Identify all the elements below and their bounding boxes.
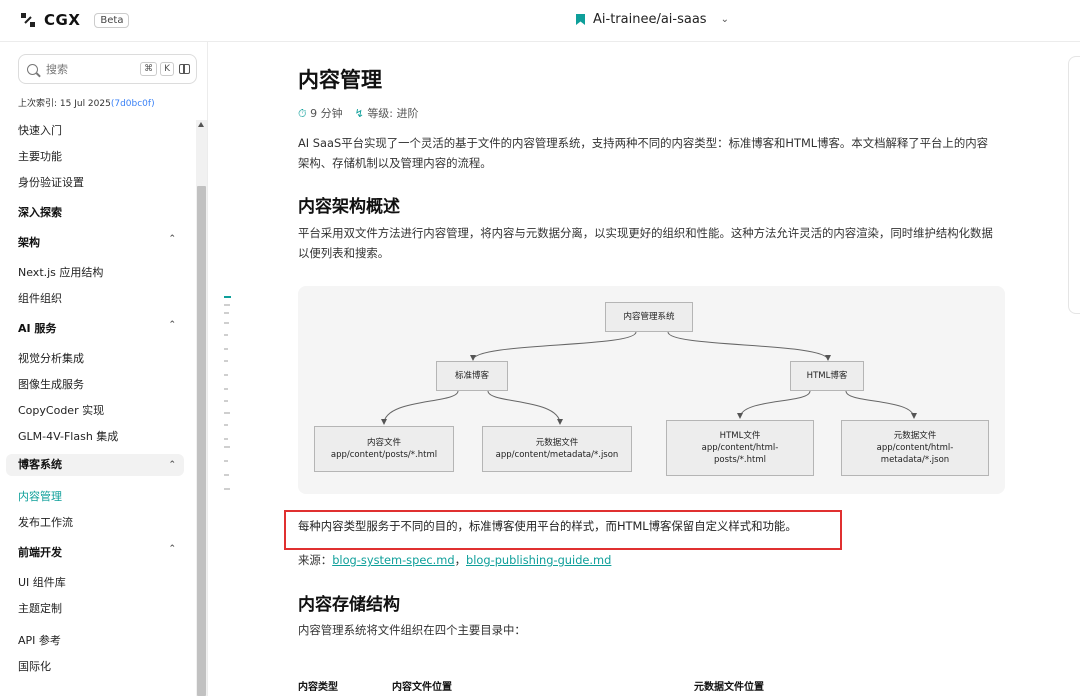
node-std-content-file: 内容文件 app/content/posts/*.html [314, 426, 454, 472]
node-html-meta-file: 元数据文件 app/content/html- metadata/*.json [841, 420, 989, 476]
table-header-metadata-location: 元数据文件位置 [694, 682, 764, 693]
source-line: 来源：blog-system-spec.md，blog-publishing-g… [298, 553, 612, 567]
toc-tick[interactable] [224, 312, 229, 314]
edge-std-content [381, 390, 459, 425]
repo-name: Ai-trainee/ai-saas [593, 12, 707, 27]
sidebar-item-quickstart[interactable]: 快速入门 [18, 122, 62, 138]
sidebar-group-blog-system[interactable]: 博客系统 ⌃ [6, 454, 184, 476]
search-placeholder: 搜索 [46, 63, 68, 76]
chevron-up-icon: ⌃ [168, 460, 176, 470]
node-root: 内容管理系统 [605, 302, 693, 332]
table-header-type: 内容类型 [298, 682, 338, 693]
toc-tick[interactable] [224, 446, 230, 448]
right-panel-edge[interactable] [1068, 56, 1080, 314]
sidebar-item-features[interactable]: 主要功能 [18, 148, 62, 164]
table-header-content-location: 内容文件位置 [392, 682, 452, 693]
toc-tick[interactable] [224, 348, 228, 350]
sidebar-toggle-icon[interactable] [179, 64, 190, 74]
chevron-up-icon: ⌃ [168, 544, 176, 554]
toc-tick[interactable] [224, 424, 228, 426]
level-icon: ↯ [354, 107, 364, 120]
chevron-down-icon: ⌄ [720, 14, 729, 25]
toc-tick[interactable] [224, 488, 230, 490]
sidebar-item-ui-lib[interactable]: UI 组件库 [18, 574, 66, 590]
logo-icon [21, 13, 35, 27]
sidebar-item-i18n[interactable]: 国际化 [18, 658, 51, 674]
page-title: 内容管理 [298, 68, 382, 92]
repo-selector[interactable]: Ai-trainee/ai-saas ⌄ [576, 12, 729, 27]
toc-tick[interactable] [224, 460, 228, 462]
chevron-up-icon: ⌃ [168, 320, 176, 330]
highlight-text: 每种内容类型服务于不同的目的，标准博客使用平台的样式，而HTML博客保留自定义样… [298, 519, 797, 533]
sidebar-group-architecture[interactable]: 架构 ⌃ [18, 234, 184, 250]
scroll-thumb[interactable] [197, 186, 206, 696]
sidebar: 搜索 ⌘ K 上次索引: 15 Jul 2025(7d0bc0f) 快速入门 主… [0, 42, 208, 696]
toc-tick[interactable] [224, 474, 229, 476]
scroll-up-arrow-icon[interactable] [198, 122, 204, 127]
last-index: 上次索引: 15 Jul 2025(7d0bc0f) [18, 99, 155, 109]
architecture-diagram: 内容管理系统 标准博客 HTML博客 内容文件 app/content/post… [298, 286, 1005, 494]
bookmark-icon [576, 14, 585, 25]
toc-minimap[interactable] [224, 294, 234, 494]
edge-root-std [470, 331, 637, 361]
toc-tick[interactable] [224, 438, 228, 440]
toc-tick[interactable] [224, 322, 229, 324]
section-heading-overview: 内容架构概述 [298, 197, 400, 217]
sidebar-group-ai-services[interactable]: AI 服务 ⌃ [18, 320, 184, 336]
sidebar-item-auth[interactable]: 身份验证设置 [18, 174, 84, 190]
node-std-meta-file: 元数据文件 app/content/metadata/*.json [482, 426, 632, 472]
edge-html-content [737, 390, 811, 419]
level: ↯ 等级: 进阶 [354, 107, 419, 120]
search-input[interactable]: 搜索 ⌘ K [18, 54, 197, 84]
read-time: ⏱ 9 分钟 [298, 107, 343, 120]
sidebar-item-publish-flow[interactable]: 发布工作流 [18, 514, 73, 530]
edge-std-meta [487, 390, 563, 425]
node-html-blog: HTML博客 [790, 361, 864, 391]
toc-tick[interactable] [224, 412, 230, 414]
sidebar-item-image-gen[interactable]: 图像生成服务 [18, 376, 84, 392]
sidebar-item-components[interactable]: 组件组织 [18, 290, 62, 306]
sidebar-item-nextjs[interactable]: Next.js 应用结构 [18, 264, 103, 280]
source-link-spec[interactable]: blog-system-spec.md [332, 553, 454, 567]
toc-tick[interactable] [224, 304, 230, 306]
top-bar: CGX Beta Ai-trainee/ai-saas ⌄ [0, 0, 1080, 42]
toc-tick[interactable] [224, 334, 228, 336]
storage-paragraph: 内容管理系统将文件组织在四个主要目录中： [298, 623, 526, 637]
edge-root-html [667, 331, 831, 361]
sidebar-section-deep-dive: 深入探索 [18, 206, 62, 219]
toc-tick[interactable] [224, 360, 228, 362]
sidebar-group-frontend[interactable]: 前端开发 ⌃ [18, 544, 184, 560]
sidebar-item-theme[interactable]: 主题定制 [18, 600, 62, 616]
sidebar-item-api-ref[interactable]: API 参考 [18, 632, 61, 648]
edge-html-meta [845, 390, 917, 419]
beta-badge: Beta [94, 12, 130, 28]
node-standard-blog: 标准博客 [436, 361, 508, 391]
toc-tick[interactable] [224, 388, 228, 390]
logo[interactable]: CGX Beta [20, 11, 130, 29]
chevron-up-icon: ⌃ [168, 234, 176, 244]
sidebar-item-copycoder[interactable]: CopyCoder 实现 [18, 402, 104, 418]
overview-paragraph: 平台采用双文件方法进行内容管理，将内容与元数据分离，以实现更好的组织和性能。这种… [298, 226, 993, 260]
toc-tick[interactable] [224, 374, 228, 376]
source-link-guide[interactable]: blog-publishing-guide.md [466, 553, 611, 567]
sidebar-scrollbar[interactable] [196, 120, 207, 696]
toc-tick[interactable] [224, 400, 228, 402]
shortcut-cmd: ⌘ [140, 62, 158, 76]
node-html-content-file: HTML文件 app/content/html- posts/*.html [666, 420, 814, 476]
sidebar-item-content-mgmt[interactable]: 内容管理 [18, 488, 62, 504]
section-heading-storage: 内容存储结构 [298, 595, 400, 615]
toc-tick-active[interactable] [224, 296, 231, 298]
search-icon [27, 63, 38, 75]
intro-paragraph: AI SaaS平台实现了一个灵活的基于文件的内容管理系统，支持两种不同的内容类型… [298, 136, 988, 170]
logo-text: CGX [44, 11, 81, 29]
sidebar-item-vision[interactable]: 视觉分析集成 [18, 350, 84, 366]
page-meta: ⏱ 9 分钟 ↯ 等级: 进阶 [298, 105, 419, 121]
shortcut-k: K [160, 62, 174, 76]
sidebar-item-glm[interactable]: GLM-4V-Flash 集成 [18, 428, 118, 444]
commit-hash-link[interactable]: (7d0bc0f) [111, 99, 155, 109]
timer-icon: ⏱ [298, 107, 307, 120]
